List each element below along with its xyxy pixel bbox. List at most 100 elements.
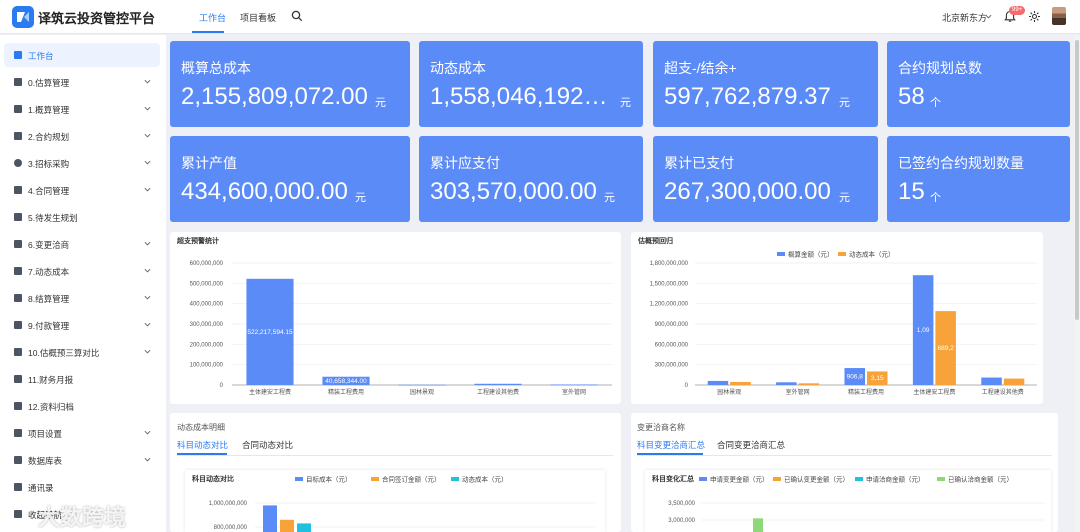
chevron-down-icon[interactable]	[985, 13, 992, 20]
tab-subject-dynamic[interactable]: 科目动态对比	[177, 439, 228, 451]
kpi-unit: 元	[604, 192, 615, 204]
sidebar-item-contacts[interactable]: 通讯录	[4, 475, 160, 499]
sidebar-item-label: 数据库表	[28, 456, 63, 466]
y-tick-label: 400,000,000	[190, 302, 224, 308]
page-scrollbar-thumb[interactable]	[1075, 40, 1079, 320]
app-title: 译筑云投资管控平台	[38, 11, 156, 26]
search-icon[interactable]	[291, 10, 303, 22]
x-tick-label: 精装工程费用	[328, 388, 364, 396]
compare-icon	[14, 348, 22, 356]
notification-badge: 99+	[1009, 6, 1026, 15]
chevron-down-icon	[144, 295, 151, 300]
y-tick-label: 0	[220, 383, 224, 389]
app-logo-icon[interactable]	[12, 6, 34, 28]
sidebar-item-archive[interactable]: 12.资料归档	[4, 394, 160, 418]
sidebar-item-finance-report[interactable]: 11.财务月报	[4, 367, 160, 391]
sidebar-item-database[interactable]: 数据库表	[4, 448, 160, 472]
bar	[1003, 378, 1025, 385]
bar	[550, 384, 598, 386]
change-summary-chart: 申请变更金额（元） 已确认变更金额（元） 申请洽商金额（元） 已确认洽商金额（元） 3,…	[668, 475, 1045, 532]
sidebar-item-label: 项目设置	[28, 429, 63, 439]
kpi-title: 超支-/结余+	[664, 60, 737, 76]
y-tick-label: 900,000,000	[655, 322, 689, 328]
kpi-unit: 个	[930, 192, 941, 204]
y-tick-label: 100,000,000	[190, 363, 224, 369]
y-tick-label: 300,000,000	[190, 322, 224, 328]
sidebar-item-label: 2.合约规划	[28, 132, 70, 142]
tab-contract-dynamic[interactable]: 合同动态对比	[242, 439, 293, 451]
gear-icon[interactable]	[1028, 10, 1041, 23]
chevron-down-icon	[144, 457, 151, 462]
home-icon	[14, 51, 22, 59]
sidebar-item-budget[interactable]: 1.概算管理	[4, 97, 160, 121]
pending-plan-icon	[14, 213, 22, 221]
chevron-down-icon	[144, 268, 151, 273]
contacts-icon	[14, 483, 22, 491]
y-tick-label: 300,000,000	[655, 363, 689, 369]
watermark: 大数跨境	[38, 505, 127, 530]
top-bar: 译筑云投资管控平台 工作台 项目看板 北京新东方 99+	[0, 0, 1080, 34]
x-tick-label: 工程建设其他费	[477, 388, 519, 396]
bar	[753, 518, 763, 532]
data-label: 1,09	[917, 327, 930, 334]
sidebar-item-settlement[interactable]: 8.结算管理	[4, 286, 160, 310]
tab-contract-change[interactable]: 合同变更洽商汇总	[717, 439, 785, 451]
archive-icon	[14, 402, 22, 410]
tab-divider	[177, 455, 613, 456]
sidebar-item-label: 6.变更洽商	[28, 240, 70, 250]
tab-project-board[interactable]: 项目看板	[240, 11, 276, 24]
kpi-value: 597,762,879.37	[664, 83, 831, 110]
change-icon	[14, 240, 22, 248]
sidebar-item-label: 3.招标采购	[28, 159, 70, 169]
kpi-card-contract-plan-total[interactable]: 合约规划总数 58 个	[887, 41, 1070, 127]
kpi-card-budget-total[interactable]: 概算总成本 2,155,809,072.00 元	[170, 41, 410, 127]
y-tick-label: 1,200,000,000	[650, 302, 689, 308]
bar	[776, 382, 797, 385]
tab-divider	[637, 455, 1052, 456]
sidebar-item-bidding[interactable]: 3.招标采购	[4, 151, 160, 175]
sidebar-item-workbench[interactable]: 工作台	[4, 43, 160, 67]
kpi-value: 1,558,046,192.00	[430, 83, 608, 110]
overspend-bar-chart: 600,000,000 500,000,000 400,000,000 300,000…	[190, 261, 612, 396]
sidebar-item-dynamic-cost[interactable]: 7.动态成本	[4, 259, 160, 283]
chevron-down-icon	[144, 430, 151, 435]
sidebar-item-three-compare[interactable]: 10.估概预三算对比	[4, 340, 160, 364]
kpi-card-output-value[interactable]: 累计产值 434,600,000.00 元	[170, 136, 410, 222]
chevron-down-icon	[144, 349, 151, 354]
sidebar-item-project-settings[interactable]: 项目设置	[4, 421, 160, 445]
kpi-card-payable[interactable]: 累计应支付 303,570,000.00 元	[419, 136, 643, 222]
avatar[interactable]	[1052, 7, 1066, 25]
change-chart-card: 科目变化汇总 申请变更金额（元） 已确认变更金额（元） 申请洽商金额（元） 已确认洽商…	[645, 470, 1051, 532]
y-tick-label: 500,000,000	[190, 281, 224, 287]
y-tick-label: 1,000,000,000	[209, 501, 248, 507]
sidebar-item-label: 12.资料归档	[28, 402, 74, 412]
y-tick-label: 3,500,000	[668, 501, 695, 507]
x-tick-label: 主体建安工程费	[913, 388, 955, 396]
tab-subject-change[interactable]: 科目变更洽商汇总	[637, 439, 705, 451]
kpi-card-overspend[interactable]: 超支-/结余+ 597,762,879.37 元	[653, 41, 878, 127]
legend-label: 合同签订金额（元）	[382, 475, 441, 484]
kpi-title: 累计产值	[181, 155, 237, 171]
sidebar-item-contract-plan[interactable]: 2.合约规划	[4, 124, 160, 148]
bar	[263, 505, 277, 532]
legend-swatch	[699, 477, 707, 481]
kpi-card-dynamic-cost[interactable]: 动态成本 1,558,046,192.00 元	[419, 41, 643, 127]
kpi-card-signed-plans[interactable]: 已签约合约规划数量 15 个	[887, 136, 1070, 222]
regression-chart-panel: 估概预回归 概算金额（元） 动态成本（元） 1,800,000,000 1,500,0…	[631, 232, 1043, 404]
bar	[730, 381, 751, 385]
kpi-card-paid[interactable]: 累计已支付 267,300,000.00 元	[653, 136, 878, 222]
legend-label: 动态成本（元）	[849, 250, 895, 259]
y-tick-label: 1,800,000,000	[650, 261, 689, 267]
org-selector[interactable]: 北京新东方	[942, 11, 987, 24]
regression-bar-chart: 概算金额（元） 动态成本（元） 1,800,000,000 1,500,000,000…	[650, 250, 1037, 396]
sidebar-item-pending-plan[interactable]: 5.待发生规划	[4, 205, 160, 229]
tab-workbench[interactable]: 工作台	[199, 11, 226, 24]
sidebar-item-label: 工作台	[28, 51, 54, 61]
sidebar-item-contract[interactable]: 4.合同管理	[4, 178, 160, 202]
finance-report-icon	[14, 375, 22, 383]
sidebar-item-change[interactable]: 6.变更洽商	[4, 232, 160, 256]
chevron-down-icon	[144, 106, 151, 111]
sidebar-item-estimate[interactable]: 0.估算管理	[4, 70, 160, 94]
sidebar-item-payment[interactable]: 9.付款管理	[4, 313, 160, 337]
x-tick-label: 工程建设其他费	[982, 388, 1024, 396]
